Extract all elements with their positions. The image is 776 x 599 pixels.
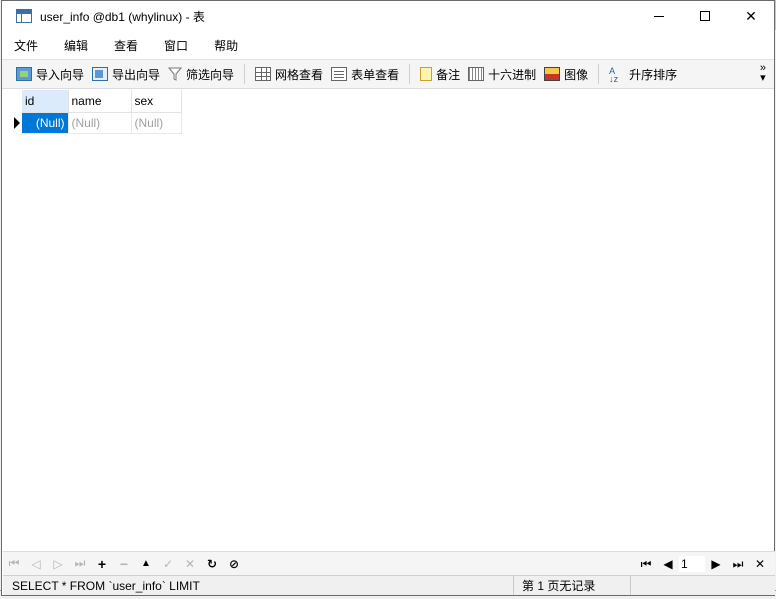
menu-window[interactable]: 窗口 xyxy=(164,37,188,54)
minus-icon: − xyxy=(119,555,129,572)
form-view-label: 表单查看 xyxy=(351,67,400,82)
column-header-name[interactable]: name xyxy=(68,90,132,113)
next-page-icon: ▶ xyxy=(711,557,721,571)
page-number-input[interactable] xyxy=(679,556,705,572)
grid-view-label: 网格查看 xyxy=(275,67,324,82)
import-wizard-label: 导入向导 xyxy=(36,67,85,82)
check-icon: ✓ xyxy=(162,556,174,571)
first-page-button[interactable]: ⏮ xyxy=(635,554,657,574)
export-wizard-label: 导出向导 xyxy=(112,67,161,82)
refresh-icon: ↻ xyxy=(206,556,218,571)
refresh-button[interactable]: ↻ xyxy=(201,554,223,574)
toolbar-separator xyxy=(598,64,600,84)
edit-record-button[interactable]: ▲ xyxy=(135,554,157,574)
form-view-button[interactable]: 表单查看 xyxy=(327,62,403,86)
add-record-button[interactable]: + xyxy=(91,554,113,574)
status-page-info: 第 1 页无记录 xyxy=(514,576,631,595)
table-window: user_info @db1 (whylinux) - 表 ✕ 文件 编辑 查看… xyxy=(1,0,775,596)
cell-sex[interactable]: (Null) xyxy=(131,112,182,134)
form-icon xyxy=(331,67,348,81)
triangle-up-icon: ▲ xyxy=(141,558,151,569)
previous-page-button[interactable]: ◀ xyxy=(657,554,679,574)
column-header-id[interactable]: id xyxy=(22,90,69,113)
image-icon xyxy=(544,67,561,81)
table-row[interactable]: (Null) (Null) (Null) xyxy=(12,112,182,134)
settings-tools-icon: ✕ xyxy=(754,557,766,571)
stop-icon: ⊘ xyxy=(228,556,240,571)
page-navigation: ⏮ ◀ ▶ ⏭ ✕ xyxy=(635,554,771,574)
import-icon xyxy=(16,67,32,81)
cell-name[interactable]: (Null) xyxy=(68,112,132,134)
menu-bar: 文件 编辑 查看 窗口 帮助 xyxy=(2,31,774,59)
maximize-icon xyxy=(700,11,710,21)
cell-id[interactable]: (Null) xyxy=(22,112,69,134)
discard-changes-button[interactable]: ✕ xyxy=(179,554,201,574)
window-title: user_info @db1 (whylinux) - 表 xyxy=(40,9,205,24)
x-icon: ✕ xyxy=(184,556,196,571)
table-icon xyxy=(16,9,32,23)
export-wizard-button[interactable]: 导出向导 xyxy=(88,62,164,86)
sort-asc-label: 升序排序 xyxy=(629,67,678,82)
filter-wizard-button[interactable]: 筛选向导 xyxy=(164,62,238,86)
close-button[interactable]: ✕ xyxy=(728,1,774,31)
current-row-indicator xyxy=(12,112,22,133)
hex-button[interactable]: 十六进制 xyxy=(464,62,540,86)
image-label: 图像 xyxy=(564,67,589,82)
hex-label: 十六进制 xyxy=(488,67,537,82)
plus-icon: + xyxy=(97,555,107,572)
minimize-button[interactable] xyxy=(636,1,682,31)
page-settings-button[interactable]: ✕ xyxy=(749,554,771,574)
last-record-icon: ⏭ xyxy=(74,556,86,570)
minimize-icon xyxy=(654,15,664,17)
next-record-button[interactable]: ▷ xyxy=(47,554,69,574)
image-button[interactable]: 图像 xyxy=(540,62,592,86)
first-record-icon: ⏮ xyxy=(8,556,20,570)
stop-button[interactable]: ⊘ xyxy=(223,554,245,574)
toolbar-separator xyxy=(244,64,246,84)
record-navigation-bar: ⏮ ◁ ▷ ⏭ + − ▲ ✓ ✕ ↻ ⊘ ⏮ ◀ ▶ ⏭ ✕ xyxy=(3,551,775,575)
previous-record-button[interactable]: ◁ xyxy=(25,554,47,574)
filter-icon xyxy=(167,67,183,81)
menu-help[interactable]: 帮助 xyxy=(214,37,238,54)
sort-asc-button[interactable]: A ↓z 升序排序 xyxy=(605,62,681,86)
menu-view[interactable]: 查看 xyxy=(114,37,138,54)
menu-file[interactable]: 文件 xyxy=(14,37,38,54)
previous-page-icon: ◀ xyxy=(663,557,673,571)
filter-wizard-label: 筛选向导 xyxy=(186,67,235,82)
menu-edit[interactable]: 编辑 xyxy=(64,37,88,54)
maximize-button[interactable] xyxy=(682,1,728,31)
toolbar-separator xyxy=(409,64,411,84)
data-grid: id name sex (Null) (Null) (Null) xyxy=(12,90,774,550)
status-sql-query: SELECT * FROM `user_info` LIMIT xyxy=(3,576,514,595)
export-icon xyxy=(92,67,109,81)
memo-label: 备注 xyxy=(436,67,461,82)
previous-record-icon: ◁ xyxy=(31,556,41,571)
status-bar: SELECT * FROM `user_info` LIMIT 第 1 页无记录 xyxy=(3,575,775,595)
last-page-icon: ⏭ xyxy=(732,556,744,571)
grid-view-button[interactable]: 网格查看 xyxy=(251,62,327,86)
grid-icon xyxy=(255,67,272,81)
last-record-button[interactable]: ⏭ xyxy=(69,554,91,574)
sort-asc-icon: A ↓z xyxy=(609,66,619,84)
delete-record-button[interactable]: − xyxy=(113,554,135,574)
memo-icon xyxy=(420,67,433,81)
row-pointer-icon xyxy=(14,116,20,129)
hex-icon xyxy=(468,67,485,81)
next-page-button[interactable]: ▶ xyxy=(705,554,727,574)
toolbar-overflow-button[interactable]: » ▾ xyxy=(760,63,766,84)
row-header-corner xyxy=(12,90,22,112)
column-header-sex[interactable]: sex xyxy=(131,90,182,113)
title-bar: user_info @db1 (whylinux) - 表 ✕ xyxy=(2,1,774,31)
apply-changes-button[interactable]: ✓ xyxy=(157,554,179,574)
close-icon: ✕ xyxy=(745,7,757,24)
first-page-icon: ⏮ xyxy=(640,556,652,571)
last-page-button[interactable]: ⏭ xyxy=(727,554,749,574)
memo-button[interactable]: 备注 xyxy=(416,62,464,86)
next-record-icon: ▷ xyxy=(53,556,63,571)
import-wizard-button[interactable]: 导入向导 xyxy=(12,62,88,86)
toolbar: 导入向导 导出向导 筛选向导 网格查看 表单查看 备注 十六进制 图像 A ↓z… xyxy=(2,59,774,89)
first-record-button[interactable]: ⏮ xyxy=(3,554,25,574)
